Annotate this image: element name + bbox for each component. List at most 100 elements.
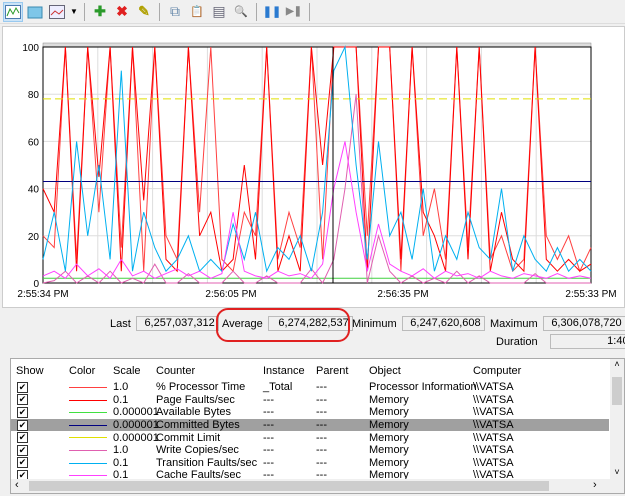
minimum-value: 6,247,620,608 xyxy=(401,316,485,331)
highlight-icon[interactable]: ✎ xyxy=(134,2,154,22)
scale-cell: 0.1 xyxy=(113,456,129,469)
counter-cell: Transition Faults/sec xyxy=(156,456,258,469)
scale-cell: 1.0 xyxy=(113,381,129,394)
show-checkbox[interactable]: ✔ xyxy=(17,444,28,456)
stat-maximum: Maximum 6,306,078,720 xyxy=(490,316,625,331)
show-checkbox[interactable]: ✔ xyxy=(17,394,28,406)
header-counter[interactable]: Counter xyxy=(156,365,195,377)
instance-cell: --- xyxy=(263,444,274,457)
parent-cell: --- xyxy=(316,406,327,419)
last-label: Last xyxy=(110,317,131,330)
scale-cell: 0.000001 xyxy=(113,406,159,419)
add-counter-icon[interactable]: ✚ xyxy=(90,2,110,22)
table-row[interactable]: ✔ 0.000001 Commit Limit --- --- Memory \… xyxy=(11,431,609,444)
hscroll-thumb[interactable] xyxy=(29,481,549,491)
table-row[interactable]: ✔ 0.000001 Available Bytes --- --- Memor… xyxy=(11,406,609,419)
header-instance[interactable]: Instance xyxy=(263,365,305,377)
highlight-annotation xyxy=(216,308,350,342)
parent-cell: --- xyxy=(316,444,327,457)
counter-cell: % Processor Time xyxy=(156,381,246,394)
copy-properties-icon[interactable]: ⧉ xyxy=(165,2,185,22)
parent-cell: --- xyxy=(316,393,327,406)
y-tick-label: 60 xyxy=(28,137,40,148)
table-row[interactable]: ✔ 1.0 % Processor Time _Total --- Proces… xyxy=(11,381,609,394)
header-show[interactable]: Show xyxy=(16,365,44,377)
object-cell: Memory xyxy=(369,456,409,469)
change-graph-type-icon[interactable] xyxy=(47,2,67,22)
counter-cell: Available Bytes xyxy=(156,406,232,419)
table-header: Show Color Scale Counter Instance Parent… xyxy=(11,361,609,381)
counter-cell: Page Faults/sec xyxy=(156,393,235,406)
scale-cell: 1.0 xyxy=(113,444,129,457)
computer-cell: \\VATSA xyxy=(473,431,514,444)
show-checkbox[interactable]: ✔ xyxy=(17,419,28,431)
stat-last: Last 6,257,037,312 xyxy=(110,316,219,331)
properties-icon[interactable]: ▤ xyxy=(209,2,229,22)
table-row[interactable]: ✔ 0.000001 Committed Bytes --- --- Memor… xyxy=(11,418,609,432)
color-swatch xyxy=(69,424,107,426)
scale-cell: 0.000001 xyxy=(113,419,159,432)
computer-cell: \\VATSA xyxy=(473,406,514,419)
counter-cell: Committed Bytes xyxy=(156,419,240,432)
view-histogram-icon[interactable] xyxy=(25,2,45,22)
update-data-icon[interactable]: ▶❚ xyxy=(284,2,304,22)
instance-cell: --- xyxy=(263,431,274,444)
header-scale[interactable]: Scale xyxy=(113,365,141,377)
x-tick-label: 2:56:05 PM xyxy=(205,289,256,300)
header-color[interactable]: Color xyxy=(69,365,95,377)
header-parent[interactable]: Parent xyxy=(316,365,348,377)
separator xyxy=(309,2,310,21)
counter-cell: Commit Limit xyxy=(156,431,221,444)
parent-cell: --- xyxy=(316,431,327,444)
show-checkbox[interactable]: ✔ xyxy=(17,457,28,469)
view-graph-icon[interactable] xyxy=(3,1,23,22)
object-cell: Memory xyxy=(369,406,409,419)
color-swatch xyxy=(69,387,107,388)
header-object[interactable]: Object xyxy=(369,365,401,377)
stat-minimum: Minimum 6,247,620,608 xyxy=(352,316,485,331)
instance-cell: --- xyxy=(263,406,274,419)
parent-cell: --- xyxy=(316,381,327,394)
color-swatch xyxy=(69,412,107,414)
scroll-right-button[interactable]: › xyxy=(593,479,597,491)
color-swatch xyxy=(69,399,107,401)
color-swatch xyxy=(69,462,107,464)
object-cell: Memory xyxy=(369,419,409,432)
color-swatch xyxy=(69,437,107,439)
table-row[interactable]: ✔ 0.1 Page Faults/sec --- --- Memory \\V… xyxy=(11,394,609,407)
table-row[interactable]: ✔ 1.0 Write Copies/sec --- --- Memory \\… xyxy=(11,444,609,457)
chart-panel: 0 20 40 60 80 100 2:55:34 PM 2:56:05 PM 2:56:35 … xyxy=(2,26,625,308)
scroll-thumb[interactable] xyxy=(612,377,622,405)
instance-cell: --- xyxy=(263,419,274,432)
show-checkbox[interactable]: ✔ xyxy=(17,432,28,444)
freeze-display-icon[interactable]: ❚❚ xyxy=(262,2,282,22)
y-tick-label: 40 xyxy=(28,185,40,196)
horizontal-scrollbar[interactable]: ‹ › xyxy=(11,479,624,493)
object-cell: Memory xyxy=(369,431,409,444)
header-computer[interactable]: Computer xyxy=(473,365,521,377)
last-value: 6,257,037,312 xyxy=(135,316,219,331)
separator xyxy=(256,2,257,21)
scroll-up-button[interactable]: ˄ xyxy=(610,359,624,369)
table-row[interactable]: ✔ 0.1 Transition Faults/sec --- --- Memo… xyxy=(11,457,609,470)
computer-cell: \\VATSA xyxy=(473,393,514,406)
computer-cell: \\VATSA xyxy=(473,456,514,469)
maximum-value: 6,306,078,720 xyxy=(542,316,625,331)
instance-cell: --- xyxy=(263,456,274,469)
performance-chart: 0204060801002:55:34 PM 2:56:05 PM 2:56:35 … xyxy=(17,42,617,300)
delete-counter-icon[interactable]: ✖ xyxy=(112,2,132,22)
dropdown-icon[interactable]: ▼ xyxy=(69,2,79,22)
paste-counter-list-icon[interactable]: 📋 xyxy=(187,2,207,22)
show-checkbox[interactable]: ✔ xyxy=(17,381,28,393)
computer-cell: \\VATSA xyxy=(473,381,514,394)
scale-cell: 0.1 xyxy=(113,393,129,406)
counter-cell: Write Copies/sec xyxy=(156,444,239,457)
vertical-scrollbar[interactable]: ˄ ˅ xyxy=(610,359,624,479)
scroll-left-button[interactable]: ‹ xyxy=(15,479,19,491)
scroll-down-button[interactable]: ˅ xyxy=(610,467,624,477)
show-checkbox[interactable]: ✔ xyxy=(17,406,28,418)
counter-table: Show Color Scale Counter Instance Parent… xyxy=(10,358,625,494)
separator xyxy=(159,2,160,21)
zoom-icon[interactable]: 🔍 xyxy=(231,2,251,22)
chart-top-band xyxy=(42,42,592,48)
